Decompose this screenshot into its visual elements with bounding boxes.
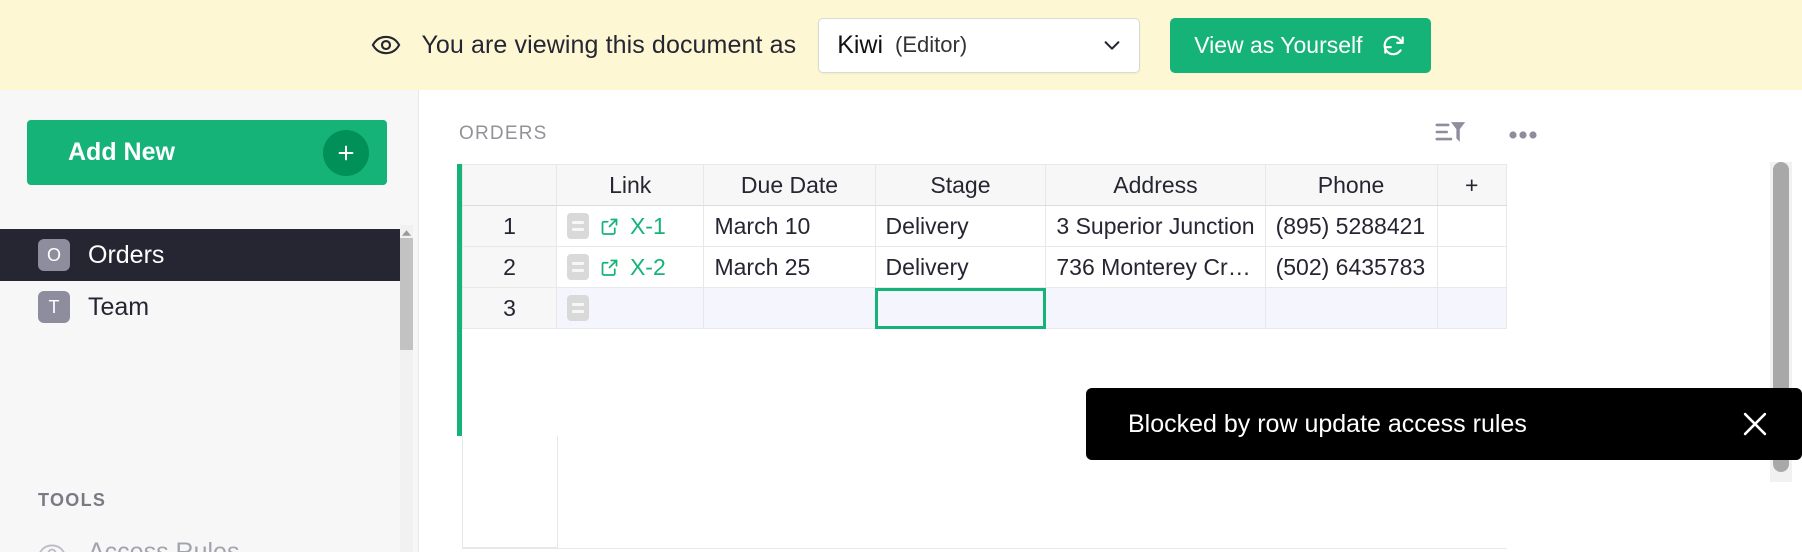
column-header-stage[interactable]: Stage bbox=[875, 165, 1046, 206]
cell-due-date[interactable]: March 10 bbox=[704, 206, 875, 247]
plus-icon bbox=[335, 142, 357, 164]
grid-empty-area bbox=[462, 436, 558, 548]
widget-title: ORDERS bbox=[459, 123, 548, 145]
tools-section-header: TOOLS bbox=[38, 490, 106, 511]
sidebar-item-orders[interactable]: O Orders bbox=[0, 229, 400, 281]
link-label: X-1 bbox=[630, 213, 666, 240]
toast-message: Blocked by row update access rules bbox=[1128, 410, 1738, 439]
toast-notification: Blocked by row update access rules bbox=[1086, 388, 1802, 460]
sidebar-scrollbar-thumb[interactable] bbox=[400, 238, 413, 350]
header-row: Link Due Date Stage Address Phone + bbox=[463, 165, 1507, 206]
row-number: 2 bbox=[463, 247, 557, 288]
cell-phone[interactable]: (502) 6435783 bbox=[1265, 247, 1437, 288]
orders-table: Link Due Date Stage Address Phone + 1 bbox=[462, 164, 1507, 329]
table-row[interactable]: 2 X-2 bbox=[463, 247, 1507, 288]
add-new-button[interactable]: Add New bbox=[27, 120, 387, 185]
cell-phone[interactable] bbox=[1265, 288, 1437, 329]
view-as-yourself-label: View as Yourself bbox=[1194, 32, 1362, 59]
add-column-button[interactable]: + bbox=[1437, 165, 1506, 206]
cell-address[interactable] bbox=[1046, 288, 1265, 329]
scroll-up-arrow-icon[interactable] bbox=[401, 225, 412, 235]
grid-bottom-border bbox=[462, 548, 1507, 549]
cell-phone[interactable]: (895) 5288421 bbox=[1265, 206, 1437, 247]
banner-message: You are viewing this document as bbox=[421, 31, 796, 60]
cell-spacer bbox=[1437, 206, 1506, 247]
sidebar-item-orders-label: Orders bbox=[88, 241, 164, 270]
cell-address[interactable]: 3 Superior Junction bbox=[1046, 206, 1265, 247]
sidebar-item-team-label: Team bbox=[88, 293, 149, 322]
link-cell-content: X-1 bbox=[567, 213, 694, 240]
link-cell-content: X-2 bbox=[567, 254, 694, 281]
refresh-icon bbox=[1381, 32, 1407, 58]
widget-toolbar bbox=[1434, 115, 1538, 149]
table-row-new[interactable]: 3 bbox=[463, 288, 1507, 329]
cell-link[interactable]: X-2 bbox=[556, 247, 704, 288]
column-header-due-date[interactable]: Due Date bbox=[704, 165, 875, 206]
persona-name: Kiwi bbox=[837, 31, 883, 60]
table-row[interactable]: 1 X-1 bbox=[463, 206, 1507, 247]
add-new-label: Add New bbox=[68, 138, 175, 167]
data-grid: Link Due Date Stage Address Phone + 1 bbox=[457, 164, 1507, 329]
page-list: O Orders T Team bbox=[0, 229, 400, 333]
sort-filter-icon[interactable] bbox=[1434, 115, 1468, 149]
cell-link[interactable]: X-1 bbox=[556, 206, 704, 247]
persona-role: (Editor) bbox=[895, 32, 967, 58]
grid-active-rail bbox=[457, 164, 462, 436]
sidebar-item-access-rules[interactable]: Access Rules bbox=[38, 538, 239, 552]
cell-stage[interactable]: Delivery bbox=[875, 247, 1046, 288]
app-root: You are viewing this document as Kiwi (E… bbox=[0, 0, 1802, 552]
sidebar-scrollbar[interactable] bbox=[400, 225, 413, 552]
external-link-icon[interactable] bbox=[599, 257, 620, 278]
chevron-down-icon bbox=[1101, 34, 1123, 56]
cell-due-date[interactable]: March 25 bbox=[704, 247, 875, 288]
cell-spacer bbox=[1437, 247, 1506, 288]
row-number: 3 bbox=[463, 288, 557, 329]
external-link-icon[interactable] bbox=[599, 216, 620, 237]
column-header-link[interactable]: Link bbox=[556, 165, 704, 206]
sidebar-item-access-rules-label: Access Rules bbox=[88, 538, 239, 552]
close-icon[interactable] bbox=[1738, 407, 1772, 441]
column-header-rownum[interactable] bbox=[463, 165, 557, 206]
column-header-address[interactable]: Address bbox=[1046, 165, 1265, 206]
sidebar: Add New O Orders T Team TOOLS bbox=[0, 90, 419, 552]
drag-handle-icon[interactable] bbox=[567, 295, 589, 321]
table-body: 1 X-1 bbox=[463, 206, 1507, 329]
drag-handle-icon[interactable] bbox=[567, 254, 589, 280]
eye-icon bbox=[371, 30, 401, 60]
row-number: 1 bbox=[463, 206, 557, 247]
cell-link[interactable] bbox=[556, 288, 704, 329]
cell-address[interactable]: 736 Monterey Cr… bbox=[1046, 247, 1265, 288]
view-as-banner: You are viewing this document as Kiwi (E… bbox=[0, 0, 1802, 90]
link-cell-content bbox=[567, 295, 694, 321]
table-header: Link Due Date Stage Address Phone + bbox=[463, 165, 1507, 206]
drag-handle-icon[interactable] bbox=[567, 213, 589, 239]
page-badge-team: T bbox=[38, 291, 70, 323]
cell-stage[interactable]: Delivery bbox=[875, 206, 1046, 247]
add-new-circle bbox=[323, 130, 369, 176]
main-panel: ORDERS bbox=[420, 90, 1802, 552]
eye-icon bbox=[38, 539, 66, 552]
page-badge-orders: O bbox=[38, 239, 70, 271]
link-label: X-2 bbox=[630, 254, 666, 281]
sidebar-item-team[interactable]: T Team bbox=[0, 281, 400, 333]
more-options-icon[interactable] bbox=[1508, 127, 1538, 137]
cell-stage-selected[interactable] bbox=[875, 288, 1046, 329]
banner-content: You are viewing this document as Kiwi (E… bbox=[371, 18, 1430, 73]
cell-spacer bbox=[1437, 288, 1506, 329]
view-as-yourself-button[interactable]: View as Yourself bbox=[1170, 18, 1430, 73]
persona-select[interactable]: Kiwi (Editor) bbox=[818, 18, 1140, 73]
column-header-phone[interactable]: Phone bbox=[1265, 165, 1437, 206]
cell-due-date[interactable] bbox=[704, 288, 875, 329]
